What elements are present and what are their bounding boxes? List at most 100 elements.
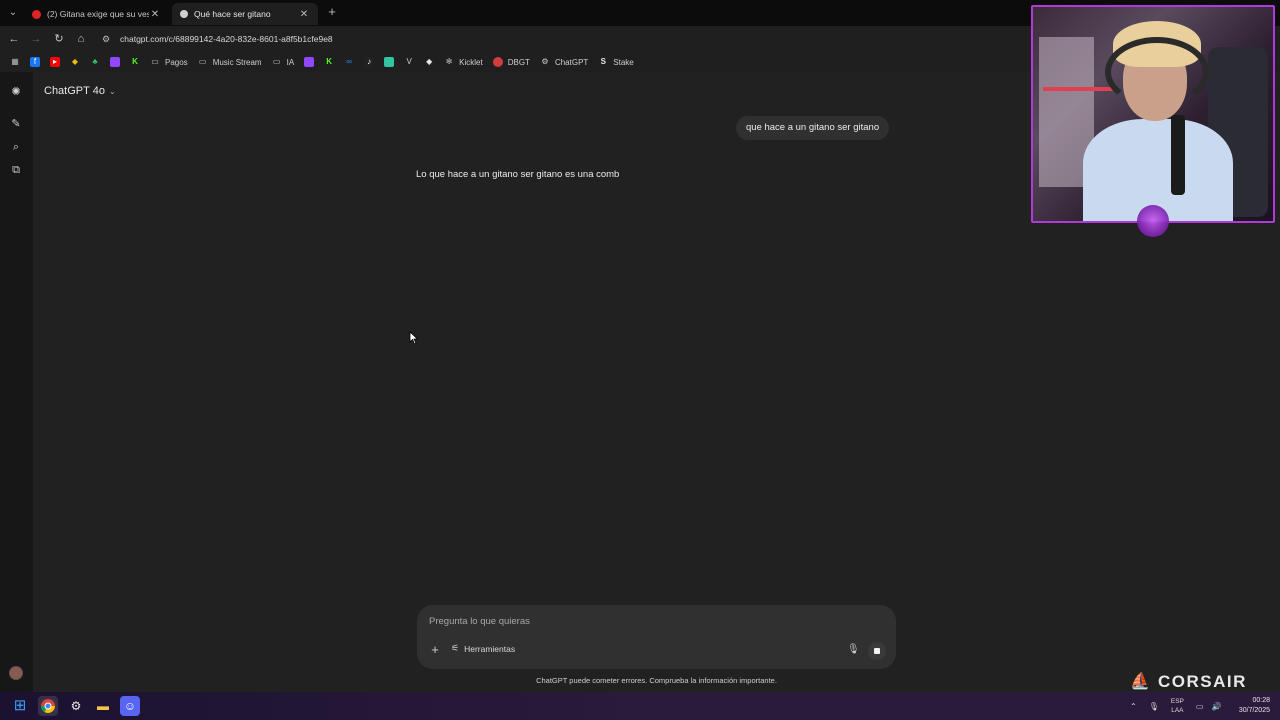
bookmark-facebook[interactable]: f [30,57,40,67]
tab-search-chevron-icon[interactable]: ⌄ [4,4,22,22]
composer: Pregunta lo que quieras + ⚟ Herramientas… [417,605,896,669]
forward-arrow-icon[interactable]: → [28,31,44,47]
new-chat-icon[interactable]: ✎ [8,116,24,132]
network-icon[interactable]: ▭ [1196,702,1204,711]
bookmark-diamond[interactable]: ◆ [424,57,434,67]
chatgpt-icon: ⚙ [541,57,549,66]
prompt-input[interactable]: Pregunta lo que quieras [429,616,530,627]
kicklet-icon: ✻ [445,57,453,66]
apps-grid-icon[interactable]: ▦ [10,57,20,67]
windows-start-icon[interactable]: ⊞ [10,696,30,716]
clock-date: 30/7/2025 [1238,707,1270,714]
library-icon[interactable]: ⧉ [8,162,24,178]
folder-icon: ▭ [272,57,281,66]
bookmark-twitch-2[interactable] [304,57,315,67]
corsair-sails-icon: ⛵ [1130,673,1150,690]
site-settings-icon[interactable]: ⚙ [102,34,116,45]
kick-icon: K [326,57,333,66]
bookmark-v[interactable]: V [404,57,414,67]
bookmark-chatgpt[interactable]: ⚙ ChatGPT [540,57,588,67]
tab-title: Qué hace ser gitano [194,9,271,19]
bookmark-youtube[interactable]: ▸ [50,57,60,67]
diamond-icon: ◆ [426,57,433,66]
meta-icon: ∞ [346,57,352,66]
search-icon[interactable]: ⌕ [8,139,24,155]
model-label: ChatGPT 4o [44,85,105,97]
openai-logo-icon[interactable]: ✺ [8,84,24,100]
bookmark-twitch[interactable] [110,57,120,67]
tab-youtube[interactable]: (2) Gitana exige que su vestido ✕ [24,3,169,25]
lang-bottom: LAA [1171,707,1184,714]
vercel-icon: V [406,57,412,66]
webcam-overlay [1031,5,1275,223]
twitch-icon [110,57,120,67]
bookmark-label: Stake [613,57,634,67]
close-icon[interactable]: ✕ [149,9,161,20]
clock-time: 00:28 [1252,697,1270,704]
bookmark-kick[interactable]: K [130,57,140,67]
model-selector[interactable]: ChatGPT 4o ⌄ [44,85,116,97]
back-arrow-icon[interactable]: ← [6,31,22,47]
streamer-badge-icon [1137,205,1169,237]
bookmark-stake[interactable]: S Stake [598,57,634,67]
tray-overflow-chevron-icon[interactable]: ⌃ [1130,702,1137,711]
user-message-bubble: que hace a un gitano ser gitano [736,116,890,140]
bookmark-binance[interactable]: ◆ [70,57,80,67]
bookmark-streamlabs[interactable] [384,57,395,67]
bookmark-leaf[interactable]: ♣ [90,57,100,67]
disclaimer-text: ChatGPT puede cometer errores. Comprueba… [536,676,777,685]
mouse-cursor-icon [409,331,419,345]
bookmark-label: Kicklet [459,57,483,67]
corsair-logo: ⛵ CORSAIR [1130,672,1247,692]
chrome-icon[interactable] [38,696,58,716]
language-indicator[interactable]: ESP LAA [1171,697,1184,715]
streamlabs-icon [384,57,395,67]
system-tray: ⌃ 🎙 ESP LAA ▭ 🔊 [1130,692,1229,720]
address-bar[interactable]: ⚙ chatgpt.com/c/68899142-4a20-832e-8601-… [96,29,1026,49]
tools-button[interactable]: ⚟ Herramientas [451,643,515,654]
bookmark-dbgt[interactable]: DBGT [492,57,530,67]
bookmark-label: Pagos [165,57,188,67]
bookmark-folder-music-stream[interactable]: ▭ Music Stream [198,57,262,67]
folder-icon: ▭ [198,57,207,66]
close-icon[interactable]: ✕ [298,9,310,20]
bookmark-meta[interactable]: ∞ [344,57,354,67]
discord-icon[interactable]: ☺ [120,696,140,716]
file-explorer-icon[interactable]: ▬ [93,696,113,716]
bookmark-label: IA [286,57,295,67]
webcam-headset [1105,37,1209,107]
corsair-wordmark: CORSAIR [1158,672,1247,691]
bookmark-label: ChatGPT [554,57,589,67]
url-text: chatgpt.com/c/68899142-4a20-832e-8601-a8… [120,34,333,44]
steelseries-icon[interactable]: ⚙ [66,696,86,716]
clock[interactable]: 00:28 30/7/2025 [1230,696,1270,716]
tray-mic-icon[interactable]: 🎙 [1149,702,1159,711]
green-leaf-icon: ♣ [92,57,98,66]
lang-top: ESP [1170,698,1184,705]
bookmark-kicklet[interactable]: ✻ Kicklet [444,57,483,67]
binance-icon: ◆ [71,57,79,66]
youtube-icon [32,9,41,19]
stop-generating-button[interactable] [868,642,886,660]
tab-chatgpt-active[interactable]: Qué hace ser gitano ✕ [172,3,318,25]
bookmark-folder-pagos[interactable]: ▭ Pagos [150,57,188,67]
assistant-message: Lo que hace a un gitano ser gitano es un… [416,169,620,180]
tiktok-icon: ♪ [364,57,375,67]
kick-icon: K [132,57,138,66]
volume-icon[interactable]: 🔊 [1211,702,1221,711]
bookmark-folder-ia[interactable]: ▭ IA [272,57,295,67]
home-icon[interactable]: ⌂ [73,31,89,47]
reload-icon[interactable]: ↻ [51,31,67,47]
chevron-down-icon: ⌄ [108,86,116,96]
bookmark-label: Music Stream [212,57,262,67]
add-attachment-plus-icon[interactable]: + [428,643,442,657]
bookmark-kick-2[interactable]: K [324,57,334,67]
bookmark-label: DBGT [507,57,530,67]
new-tab-plus-icon[interactable]: + [324,4,340,20]
bookmark-tiktok[interactable]: ♪ [364,57,375,67]
stop-icon [874,648,880,654]
microphone-icon[interactable]: 🎙 [847,644,860,658]
sliders-icon: ⚟ [451,643,460,653]
folder-icon: ▭ [151,57,159,66]
twitch-icon [304,57,315,67]
